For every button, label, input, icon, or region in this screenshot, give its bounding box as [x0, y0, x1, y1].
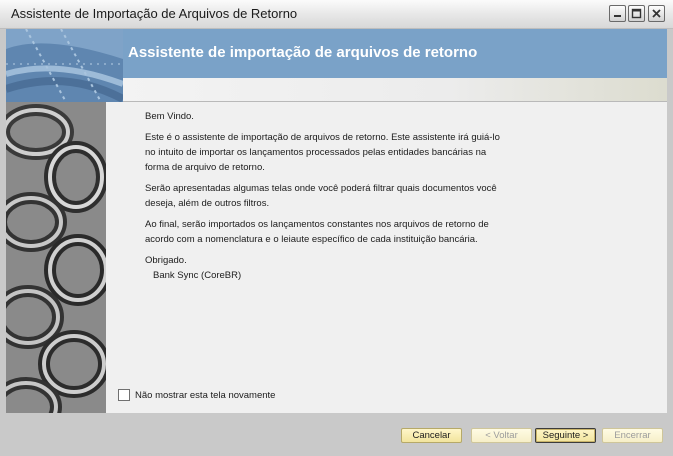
banner-title: Assistente de importação de arquivos de …	[128, 44, 478, 61]
closing-text: Obrigado.	[145, 255, 187, 266]
import-paragraph: Ao final, serão importados os lançamento…	[145, 219, 489, 245]
window-title: Assistente de Importação de Arquivos de …	[11, 6, 298, 21]
maximize-icon	[631, 8, 642, 19]
banner-strip	[123, 78, 667, 102]
signature-text: Bank Sync (CoreBR)	[153, 270, 242, 281]
greeting-text: Bem Vindo.	[145, 111, 194, 122]
dont-show-again-checkbox[interactable]	[118, 389, 130, 401]
cancel-button[interactable]: Cancelar	[401, 428, 462, 443]
finish-button[interactable]: Encerrar	[602, 428, 663, 443]
wizard-content: Assistente de importação de arquivos de …	[6, 29, 667, 413]
next-button[interactable]: Seguinte >	[535, 428, 596, 443]
chain-image-icon	[6, 102, 106, 413]
side-image	[6, 102, 106, 413]
welcome-text: Bem Vindo. Este é o assistente de import…	[145, 109, 505, 283]
wizard-window: Assistente de Importação de Arquivos de …	[0, 0, 673, 456]
intro-paragraph: Este é o assistente de importação de arq…	[145, 132, 500, 173]
dont-show-again-row[interactable]: Não mostrar esta tela novamente	[118, 389, 275, 401]
banner-image	[6, 29, 123, 102]
abstract-blue-image-icon	[6, 29, 123, 102]
dont-show-again-label: Não mostrar esta tela novamente	[135, 389, 276, 401]
minimize-icon	[614, 15, 621, 17]
back-button[interactable]: < Voltar	[471, 428, 532, 443]
close-icon	[652, 9, 661, 18]
button-bar: Cancelar < Voltar Seguinte > Encerrar	[6, 413, 667, 450]
minimize-button[interactable]	[609, 5, 626, 22]
maximize-button[interactable]	[628, 5, 645, 22]
title-bar[interactable]: Assistente de Importação de Arquivos de …	[0, 0, 673, 29]
filters-paragraph: Serão apresentadas algumas telas onde vo…	[145, 183, 497, 209]
close-button[interactable]	[648, 5, 665, 22]
